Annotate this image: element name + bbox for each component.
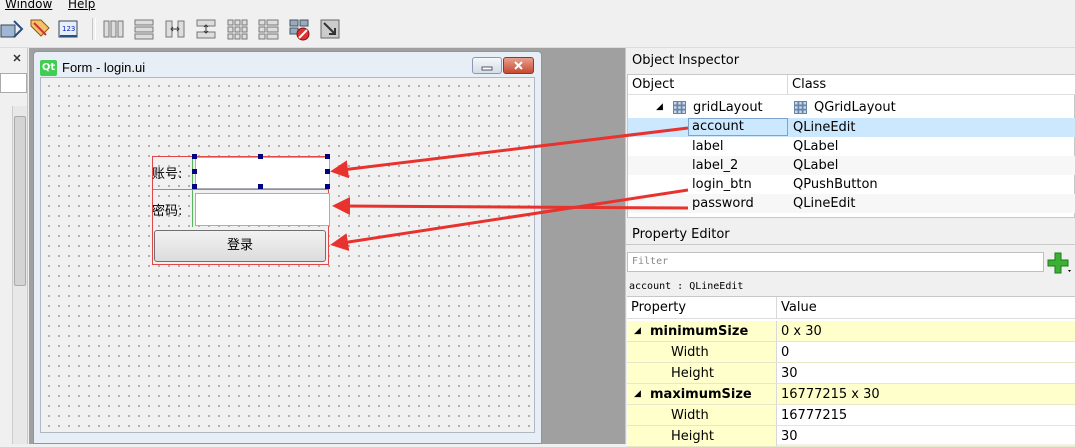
layout-horizontal-splitter-icon[interactable] [163,17,187,41]
collapse-arrow-icon[interactable]: ◢ [656,98,663,117]
grid-divider [153,189,328,190]
property-row-width[interactable]: Width 16777215 [627,405,1075,426]
scrollbar[interactable] [12,106,27,444]
grid-layout-icon [794,101,807,114]
property-name: ◢ minimumSize [627,321,777,342]
property-row-width[interactable]: Width 0 [627,342,1075,363]
password-field[interactable] [195,193,330,226]
property-label: Width [671,345,709,360]
add-dynamic-property-button[interactable] [1046,251,1072,275]
selection-handle[interactable] [258,154,263,159]
property-filter-input[interactable]: Filter [627,252,1044,272]
selected-object-caption: account : QLineEdit [629,281,744,292]
property-value[interactable]: 16777215 [777,405,1075,426]
edit-tab-order-icon[interactable]: 123 [57,17,81,41]
property-label: Width [671,408,709,423]
class-name: QLineEdit [793,196,856,211]
plus-icon [1047,252,1071,274]
object-name: account [688,118,788,136]
scrollbar-thumb[interactable] [14,116,26,286]
object-inspector-title: Object Inspector [632,53,740,68]
object-name: label [692,139,724,154]
tree-row-password[interactable]: password QLineEdit [628,194,1075,213]
layout-grid-icon[interactable] [225,17,249,41]
menu-bar: Window Help [0,0,1075,12]
property-value[interactable]: 0 [777,342,1075,363]
object-name: label_2 [692,158,739,173]
close-icon [514,61,523,70]
tree-row-login-btn[interactable]: login_btn QPushButton [628,175,1075,194]
menu-help[interactable]: Help [68,0,95,11]
property-editor-title: Property Editor [632,227,730,242]
layout-form-icon[interactable] [256,17,280,41]
object-name: password [692,196,754,211]
selection-handle[interactable] [192,169,197,174]
selection-handle[interactable] [325,154,330,159]
column-header-object[interactable]: Object [628,75,788,95]
property-row-maximumsize[interactable]: ◢ maximumSize 16777215 x 30 [627,384,1075,405]
password-label[interactable]: 密码: [152,200,182,219]
property-header-row: Property Value [627,297,1075,319]
property-value[interactable]: 0 x 30 [777,321,1075,342]
grid-layout-icon [673,101,686,114]
class-name: QLabel [793,139,839,154]
edit-signals-icon[interactable] [0,17,24,41]
account-label[interactable]: 账号: [152,163,182,182]
tree-row-account[interactable]: account QLineEdit [628,118,1075,137]
property-name: Height [627,363,777,384]
property-name: Width [627,405,777,426]
layout-vertical-splitter-icon[interactable] [194,17,218,41]
selection-handle[interactable] [325,184,330,189]
class-name: QPushButton [793,177,878,192]
grid-divider [192,157,193,227]
close-icon[interactable] [0,48,28,70]
object-name: login_btn [692,177,752,192]
layout-horizontal-icon[interactable] [101,17,125,41]
login-button[interactable]: 登录 [154,230,326,262]
property-value[interactable]: 16777215 x 30 [777,384,1075,405]
widget-filter-input[interactable] [0,73,27,93]
svg-text:123: 123 [62,25,75,33]
object-name: gridLayout [693,100,763,115]
menu-window[interactable]: Window [5,0,52,11]
tree-row-gridlayout[interactable]: ◢ gridLayout QGridLayout [628,98,1075,117]
toolbar: 123 [0,12,1075,48]
property-label: minimumSize [650,324,749,339]
divider [626,244,1075,245]
widget-box-dock [0,48,28,444]
property-row-height[interactable]: Height 30 [627,363,1075,384]
collapse-arrow-icon[interactable]: ◢ [634,384,641,405]
column-header-value[interactable]: Value [777,297,1075,318]
minimize-button[interactable] [472,57,502,74]
property-value[interactable]: 30 [777,363,1075,384]
column-header-class[interactable]: Class [788,75,1075,95]
object-inspector-tree[interactable]: Object Class ◢ gridLayout QGridLayout ac… [627,74,1075,218]
property-name: ◢ maximumSize [627,384,777,405]
tree-row-label-2[interactable]: label_2 QLabel [628,156,1075,175]
class-name: QGridLayout [814,100,896,115]
property-row-minimumsize[interactable]: ◢ minimumSize 0 x 30 [627,321,1075,342]
collapse-arrow-icon[interactable]: ◢ [634,321,641,342]
qt-logo-icon: Qt [40,60,57,76]
tree-row-label[interactable]: label QLabel [628,137,1075,156]
class-name: QLabel [793,158,839,173]
selection-handle[interactable] [192,154,197,159]
class-name: QLineEdit [793,120,856,135]
edit-buddies-icon[interactable] [28,17,52,41]
property-name: Width [627,342,777,363]
close-window-button[interactable] [503,57,534,74]
property-label: maximumSize [650,387,752,402]
toolbar-separator [92,18,96,40]
selection-handle[interactable] [258,184,263,189]
property-table[interactable]: Property Value ◢ minimumSize 0 x 30 Widt… [627,296,1075,447]
selection-handle[interactable] [192,184,197,189]
selection-handle[interactable] [325,169,330,174]
property-label: Height [671,366,714,381]
adjust-size-icon[interactable] [318,17,342,41]
form-window-title: Form - login.ui [62,60,146,75]
layout-vertical-icon[interactable] [132,17,156,41]
break-layout-icon[interactable] [287,17,311,41]
column-header-property[interactable]: Property [627,297,777,318]
minimize-icon [481,66,493,71]
